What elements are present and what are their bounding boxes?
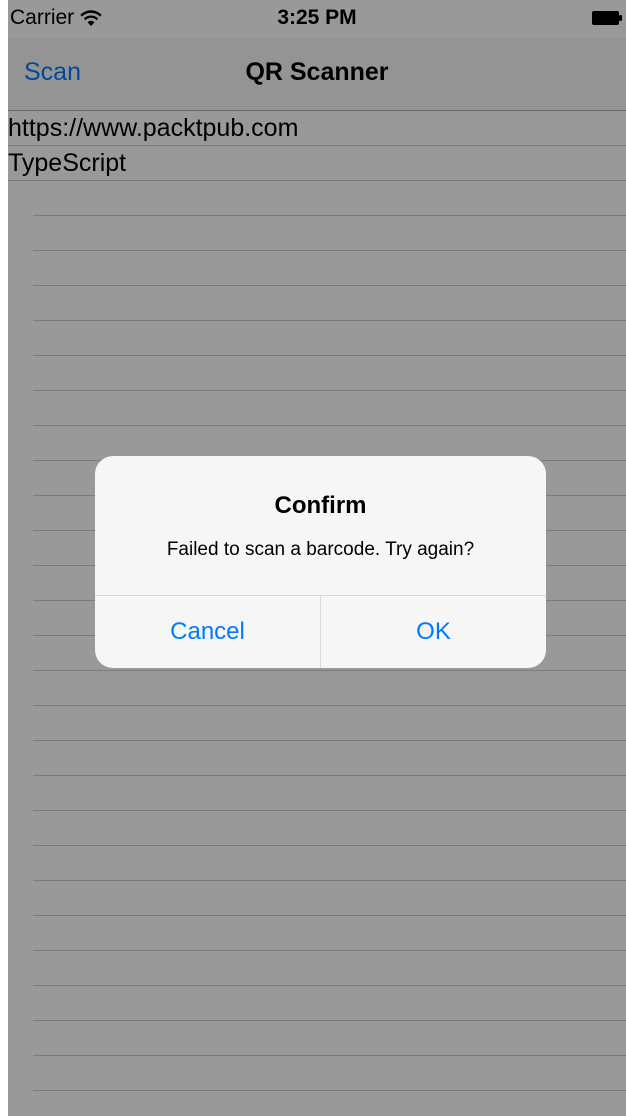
dialog-title: Confirm <box>274 492 367 519</box>
confirm-dialog: Confirm Failed to scan a barcode. Try ag… <box>95 456 546 668</box>
cancel-button[interactable]: Cancel <box>95 596 320 668</box>
ok-button[interactable]: OK <box>321 596 546 668</box>
app-screen: Carrier 3:25 PM Scan QR Scanner https://… <box>8 0 626 1116</box>
dialog-message: Failed to scan a barcode. Try again? <box>166 539 475 560</box>
